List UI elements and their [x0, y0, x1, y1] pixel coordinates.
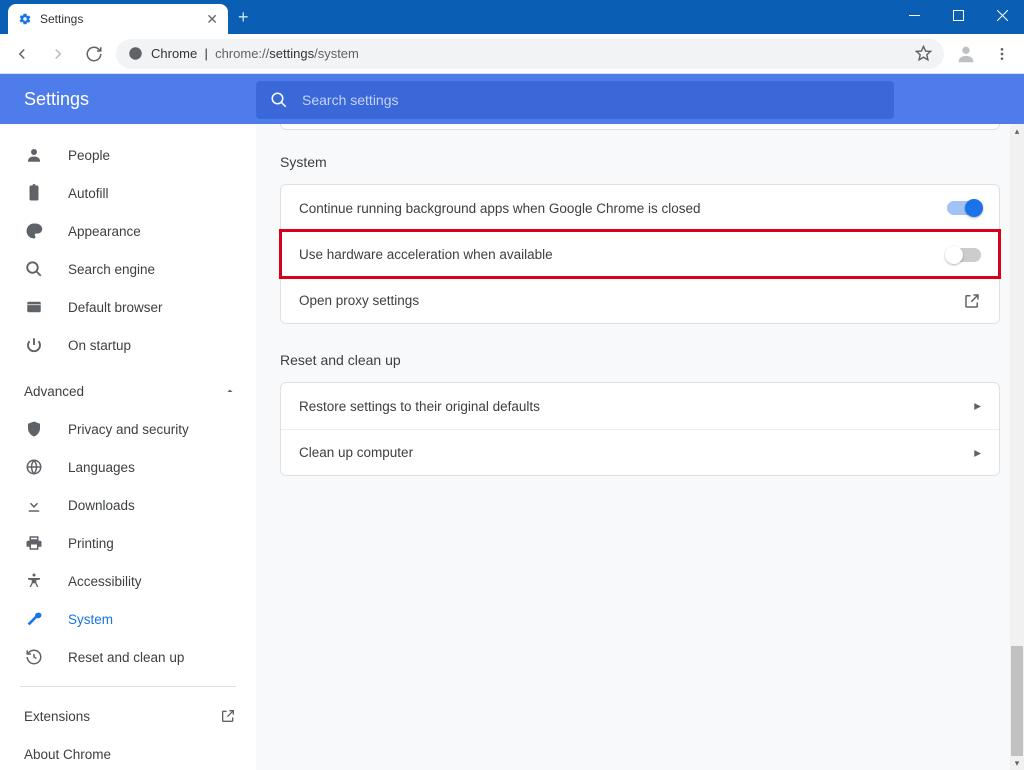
url-text: Chrome | chrome://settings/system [151, 46, 359, 61]
profile-avatar[interactable] [952, 40, 980, 68]
star-icon[interactable] [915, 45, 932, 62]
sidebar-item-autofill[interactable]: Autofill [0, 174, 256, 212]
sidebar-item-system[interactable]: System [0, 600, 256, 638]
row-label: Use hardware acceleration when available [299, 247, 553, 262]
external-link-icon [220, 708, 236, 724]
scroll-thumb[interactable] [1011, 646, 1023, 756]
sidebar-item-downloads[interactable]: Downloads [0, 486, 256, 524]
sidebar-item-people[interactable]: People [0, 136, 256, 174]
forward-button[interactable] [44, 40, 72, 68]
row-proxy-settings[interactable]: Open proxy settings [281, 277, 999, 323]
shield-icon [24, 419, 44, 439]
sidebar-item-appearance[interactable]: Appearance [0, 212, 256, 250]
system-section-title: System [280, 154, 1000, 170]
sidebar-about-link[interactable]: About Chrome [0, 735, 256, 770]
window-controls [892, 0, 1024, 30]
row-label: Open proxy settings [299, 293, 419, 308]
row-restore-defaults[interactable]: Restore settings to their original defau… [281, 383, 999, 429]
system-card: Continue running background apps when Go… [280, 184, 1000, 324]
chevron-right-icon: ▸ [974, 445, 981, 461]
address-bar[interactable]: Chrome | chrome://settings/system [116, 39, 944, 69]
previous-section-stub [280, 124, 1000, 130]
search-input[interactable] [302, 92, 880, 108]
sidebar-item-privacy[interactable]: Privacy and security [0, 410, 256, 448]
chrome-icon [128, 46, 143, 61]
sidebar-advanced-toggle[interactable]: Advanced [0, 372, 256, 410]
reset-card: Restore settings to their original defau… [280, 382, 1000, 476]
toggle-background-apps[interactable] [947, 201, 981, 215]
settings-header: Settings [0, 74, 1024, 124]
accessibility-icon [24, 571, 44, 591]
scroll-up-icon[interactable]: ▴ [1010, 124, 1024, 138]
row-label: Restore settings to their original defau… [299, 399, 540, 414]
sidebar-item-accessibility[interactable]: Accessibility [0, 562, 256, 600]
palette-icon [24, 221, 44, 241]
row-hardware-acceleration[interactable]: Use hardware acceleration when available [281, 231, 999, 277]
sidebar-item-search-engine[interactable]: Search engine [0, 250, 256, 288]
row-label: Continue running background apps when Go… [299, 201, 701, 216]
sidebar-item-default-browser[interactable]: Default browser [0, 288, 256, 326]
sidebar-divider [20, 686, 236, 687]
sidebar-item-reset[interactable]: Reset and clean up [0, 638, 256, 676]
sidebar-extensions-link[interactable]: Extensions [0, 697, 256, 735]
scrollbar[interactable]: ▴ ▾ [1010, 124, 1024, 770]
clipboard-icon [24, 183, 44, 203]
new-tab-button[interactable]: + [238, 7, 249, 28]
reload-button[interactable] [80, 40, 108, 68]
tab-title: Settings [40, 12, 198, 26]
wrench-icon [24, 609, 44, 629]
external-link-icon [963, 292, 981, 310]
globe-icon [24, 457, 44, 477]
window-maximize-button[interactable] [936, 0, 980, 30]
row-cleanup-computer[interactable]: Clean up computer ▸ [281, 429, 999, 475]
app-content: Settings People Autofill Appearance Sear… [0, 74, 1024, 770]
tab-close-icon[interactable]: ✕ [206, 11, 218, 28]
sidebar-item-on-startup[interactable]: On startup [0, 326, 256, 364]
window-minimize-button[interactable] [892, 0, 936, 30]
chevron-right-icon: ▸ [974, 398, 981, 414]
power-icon [24, 335, 44, 355]
browser-toolbar: Chrome | chrome://settings/system [0, 34, 1024, 74]
chevron-up-icon [224, 385, 236, 397]
row-background-apps[interactable]: Continue running background apps when Go… [281, 185, 999, 231]
download-icon [24, 495, 44, 515]
sidebar-item-printing[interactable]: Printing [0, 524, 256, 562]
person-icon [24, 145, 44, 165]
row-label: Clean up computer [299, 445, 413, 460]
search-icon [24, 259, 44, 279]
window-close-button[interactable] [980, 0, 1024, 30]
settings-page: System Continue running background apps … [256, 124, 1024, 770]
search-icon [270, 91, 288, 109]
search-settings-box[interactable] [256, 81, 894, 119]
window-titlebar: Settings ✕ + [0, 0, 1024, 34]
browser-icon [24, 297, 44, 317]
menu-button[interactable] [988, 40, 1016, 68]
toggle-hardware-acceleration[interactable] [947, 248, 981, 262]
scroll-down-icon[interactable]: ▾ [1010, 756, 1024, 770]
back-button[interactable] [8, 40, 36, 68]
settings-gear-icon [18, 12, 32, 26]
sidebar-item-languages[interactable]: Languages [0, 448, 256, 486]
restore-icon [24, 647, 44, 667]
reset-section-title: Reset and clean up [280, 352, 1000, 368]
page-title: Settings [0, 89, 256, 110]
browser-tab[interactable]: Settings ✕ [8, 4, 228, 34]
printer-icon [24, 533, 44, 553]
settings-sidebar: People Autofill Appearance Search engine… [0, 124, 256, 770]
